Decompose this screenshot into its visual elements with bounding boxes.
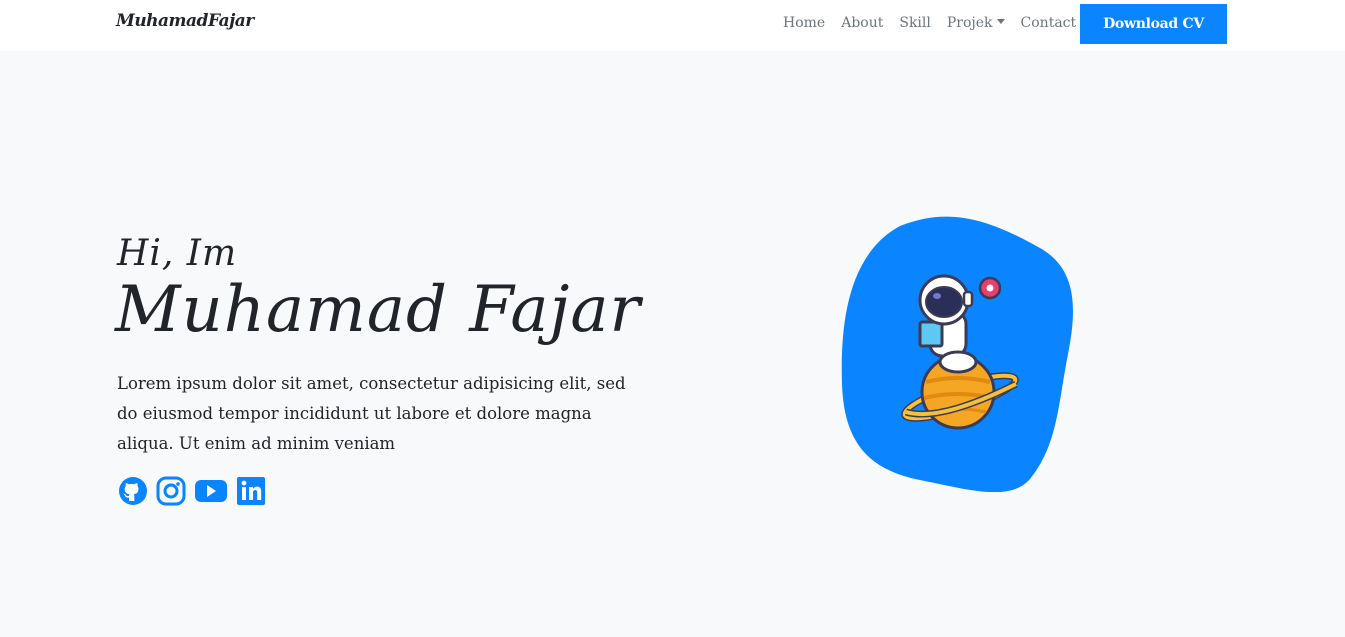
nav-contact[interactable]: Contact	[1021, 15, 1077, 31]
chevron-down-icon	[996, 19, 1005, 24]
nav-about[interactable]: About	[841, 15, 883, 31]
linkedin-icon[interactable]	[236, 476, 266, 506]
nav-skill[interactable]: Skill	[899, 15, 931, 31]
nav-links: Home About Skill Projek Contact	[783, 15, 1076, 31]
hero-description: Lorem ipsum dolor sit amet, consectetur …	[117, 374, 626, 453]
hero-section: Hi, Im Muhamad Fajar Lorem ipsum dolor s…	[0, 51, 1345, 637]
github-icon[interactable]	[118, 476, 148, 506]
hero-illustration	[840, 214, 1076, 493]
brand-logo[interactable]: MuhamadFajar	[116, 11, 254, 31]
download-cv-button[interactable]: Download CV	[1080, 4, 1227, 44]
instagram-icon[interactable]	[156, 476, 186, 506]
navbar: MuhamadFajar Home About Skill Projek Con…	[0, 0, 1345, 51]
nav-projek-label: Projek	[946, 15, 993, 31]
hero-name: Muhamad Fajar	[115, 273, 642, 347]
hero-greeting: Hi, Im	[117, 233, 238, 274]
nav-home[interactable]: Home	[783, 15, 825, 31]
youtube-icon[interactable]	[194, 476, 228, 506]
social-links	[118, 476, 266, 506]
nav-projek-dropdown[interactable]: Projek	[947, 15, 1005, 31]
